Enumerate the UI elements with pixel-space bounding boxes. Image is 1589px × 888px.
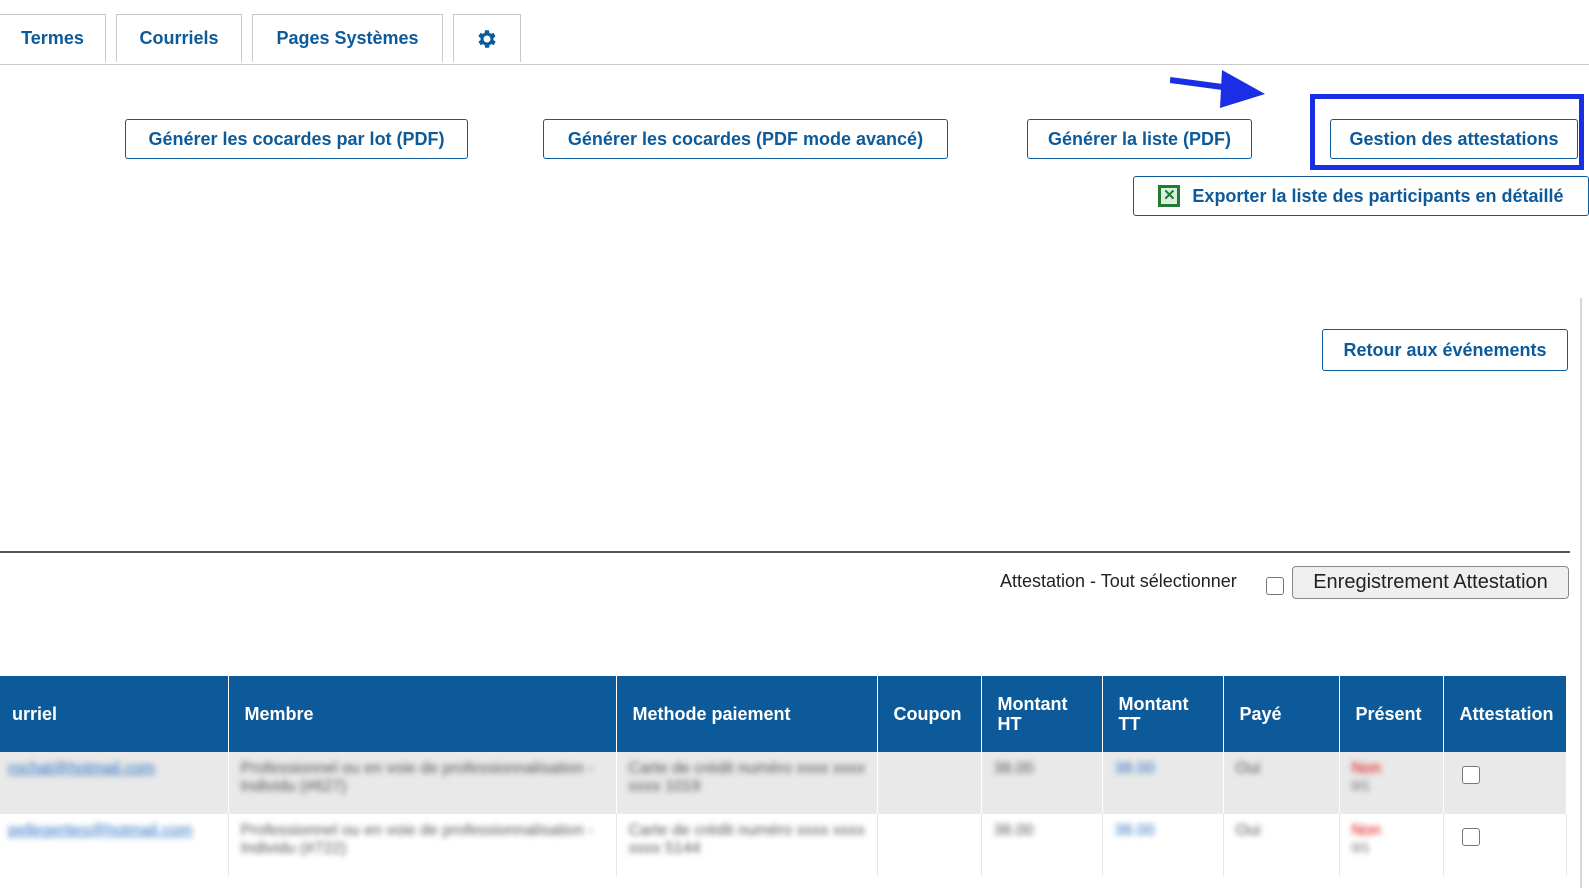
tab-bar: Termes Courriels Pages Systèmes [0, 0, 1589, 65]
email-link[interactable]: pellegerties@hotmail.com [8, 822, 192, 839]
table-header-row: urriel Membre Methode paiement Coupon Mo… [0, 676, 1567, 752]
generate-list-button[interactable]: Générer la liste (PDF) [1027, 119, 1252, 159]
amount-tt-cell[interactable]: 38.00 [1115, 822, 1155, 839]
member-cell: Professionnel ou en voie de professionna… [240, 822, 594, 857]
save-attestation-button[interactable]: Enregistrement Attestation [1292, 566, 1569, 599]
present-count: 0/1 [1351, 840, 1370, 855]
divider [0, 551, 1570, 553]
tab-pages-systemes[interactable]: Pages Systèmes [252, 14, 443, 62]
payment-cell: Carte de crédit numéro xxxx xxxx xxxx 10… [628, 760, 866, 795]
amount-ht-cell: 38.00 [993, 822, 1034, 839]
gear-icon [478, 29, 496, 48]
back-to-events-button[interactable]: Retour aux événements [1322, 329, 1568, 371]
column-header[interactable]: Methode paiement [616, 676, 878, 752]
generate-badges-advanced-button[interactable]: Générer les cocardes (PDF mode avancé) [543, 119, 948, 159]
excel-icon [1158, 185, 1181, 207]
divider [1580, 298, 1582, 888]
select-all-checkbox[interactable] [1266, 577, 1284, 595]
column-header[interactable]: Payé [1223, 676, 1340, 752]
attestation-checkbox[interactable] [1461, 828, 1480, 846]
tab-courriels[interactable]: Courriels [116, 14, 242, 62]
tab-label: Pages Systèmes [276, 28, 419, 48]
column-header[interactable]: Coupon [877, 676, 982, 752]
paid-cell: Oui [1235, 822, 1261, 839]
table-row: pellegerties@hotmail.com Professionnel o… [0, 814, 1567, 876]
export-details-label: Exporter la liste des participants en dé… [1192, 185, 1564, 206]
member-cell: Professionnel ou en voie de professionna… [240, 760, 594, 795]
present-count: 0/1 [1351, 778, 1370, 793]
column-header[interactable]: urriel [0, 676, 229, 752]
highlight-box [1310, 94, 1584, 170]
tab-label: Courriels [139, 28, 219, 48]
attestation-checkbox[interactable] [1461, 766, 1480, 784]
tab-termes[interactable]: Termes [0, 14, 106, 62]
export-details-button[interactable]: Exporter la liste des participants en dé… [1133, 176, 1589, 216]
amount-tt-cell[interactable]: 38.00 [1115, 760, 1155, 777]
column-header[interactable]: Présent [1339, 676, 1444, 752]
annotation-arrow-icon [1170, 70, 1265, 108]
email-link[interactable]: rochat@hotmail.com [8, 760, 155, 777]
paid-cell: Oui [1235, 760, 1261, 777]
generate-badges-batch-button[interactable]: Générer les cocardes par lot (PDF) [125, 119, 468, 159]
table-row: rochat@hotmail.com Professionnel ou en v… [0, 752, 1567, 814]
column-header[interactable]: Montant HT [981, 676, 1103, 752]
amount-ht-cell: 38.00 [993, 760, 1034, 777]
tab-settings[interactable] [453, 14, 521, 62]
participants-table: urriel Membre Methode paiement Coupon Mo… [0, 676, 1567, 876]
present-status[interactable]: Non [1352, 822, 1381, 839]
column-header[interactable]: Membre [228, 676, 617, 752]
select-all-label: Attestation - Tout sélectionner [1000, 571, 1237, 591]
column-header[interactable]: Attestation [1443, 676, 1567, 752]
present-status[interactable]: Non [1352, 760, 1381, 777]
payment-cell: Carte de crédit numéro xxxx xxxx xxxx 51… [628, 822, 866, 857]
column-header[interactable]: Montant TT [1102, 676, 1224, 752]
tab-label: Termes [21, 28, 84, 48]
